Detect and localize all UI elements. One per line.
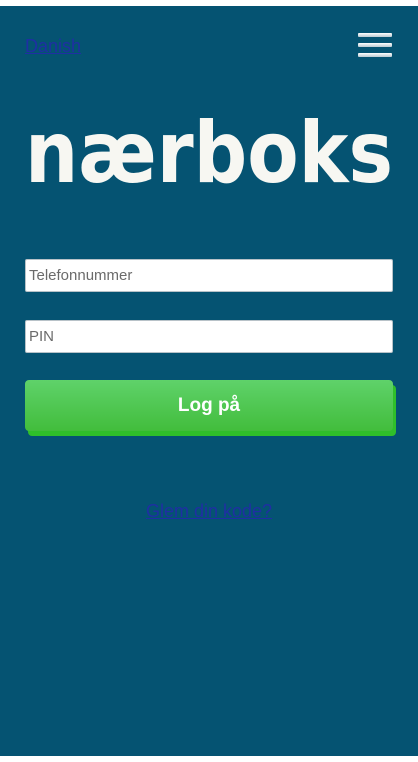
menu-bar: [358, 33, 392, 37]
menu-bar: [358, 43, 392, 47]
login-screen: Danish nærboks Log på Glem din kode?: [0, 6, 418, 756]
pin-input[interactable]: [25, 320, 393, 353]
login-button-container: Log på: [25, 380, 396, 436]
naerboks-logo: nærboks: [24, 103, 394, 203]
hamburger-menu-icon[interactable]: [358, 32, 394, 60]
forgot-code-link[interactable]: Glem din kode?: [0, 501, 418, 522]
login-button[interactable]: Log på: [25, 380, 393, 431]
phone-number-input[interactable]: [25, 259, 393, 292]
logo-text: nærboks: [25, 118, 393, 192]
language-link[interactable]: Danish: [25, 36, 81, 57]
menu-bar: [358, 53, 392, 57]
